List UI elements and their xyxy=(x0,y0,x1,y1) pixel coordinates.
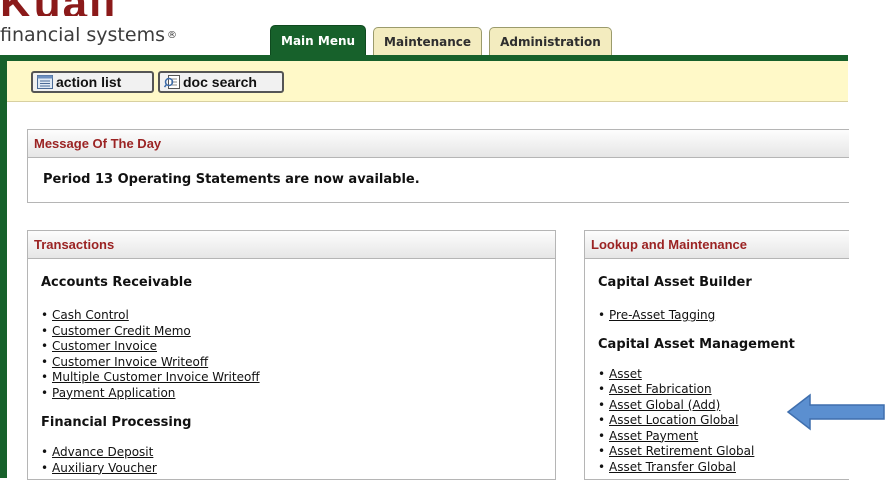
section-heading-financial-processing: Financial Processing xyxy=(41,415,192,430)
main-tabs: Main Menu Maintenance Administration xyxy=(270,25,612,57)
link-cash-control[interactable]: Cash Control xyxy=(52,308,129,322)
list-item: • Pre-Asset Tagging xyxy=(598,308,716,322)
app-header: Kuali financial systems® Main Menu Maint… xyxy=(0,0,848,60)
section-heading-capital-asset-builder: Capital Asset Builder xyxy=(598,275,752,290)
list-item: • Auxiliary Voucher xyxy=(41,460,157,475)
link-asset-payment[interactable]: Asset Payment xyxy=(609,429,698,443)
link-customer-credit-memo[interactable]: Customer Credit Memo xyxy=(52,324,191,338)
link-customer-invoice[interactable]: Customer Invoice xyxy=(52,339,157,353)
doc-search-label: doc search xyxy=(183,74,257,90)
link-asset-location-global[interactable]: Asset Location Global xyxy=(609,413,738,427)
toolbar: action list doc search xyxy=(7,61,848,102)
list-item: • Cash Control xyxy=(41,308,129,322)
lookup-content: Capital Asset Builder • Pre-Asset Tagging… xyxy=(598,275,849,475)
link-asset-transfer-global[interactable]: Asset Transfer Global xyxy=(609,460,736,474)
lookup-maintenance-panel: Lookup and Maintenance Capital Asset Bui… xyxy=(584,230,849,480)
list-item: • Customer Credit Memo xyxy=(41,323,191,338)
accounts-receivable-links: • Cash Control • Customer Credit Memo • Cus… xyxy=(41,308,555,401)
link-customer-invoice-writeoff[interactable]: Customer Invoice Writeoff xyxy=(52,355,208,369)
link-asset[interactable]: Asset xyxy=(609,367,642,381)
document-search-icon xyxy=(163,75,180,89)
link-asset-retirement-global[interactable]: Asset Retirement Global xyxy=(609,444,754,458)
link-advance-deposit[interactable]: Advance Deposit xyxy=(52,445,153,459)
action-list-label: action list xyxy=(56,74,122,90)
tab-maintenance[interactable]: Maintenance xyxy=(373,27,483,55)
list-item: • Payment Application xyxy=(41,385,176,400)
transactions-content: Accounts Receivable • Cash Control • Custo… xyxy=(41,275,555,476)
list-item: • Customer Invoice Writeoff xyxy=(41,354,209,369)
annotation-arrow-icon xyxy=(786,393,886,435)
link-payment-application[interactable]: Payment Application xyxy=(52,386,175,400)
action-list-button[interactable]: action list xyxy=(31,71,154,93)
financial-processing-links: • Advance Deposit • Auxiliary Voucher xyxy=(41,445,555,476)
motd-title: Message Of The Day xyxy=(28,130,849,158)
link-asset-fabrication[interactable]: Asset Fabrication xyxy=(609,382,712,396)
transactions-panel: Transactions Accounts Receivable • Cash C… xyxy=(27,230,556,480)
motd-text: Period 13 Operating Statements are now a… xyxy=(43,172,420,187)
link-asset-global-add[interactable]: Asset Global (Add) xyxy=(609,398,720,412)
left-frame-bar xyxy=(0,55,7,478)
registered-mark: ® xyxy=(166,30,177,41)
list-item: • Customer Invoice xyxy=(41,339,158,353)
list-item: • Advance Deposit xyxy=(41,445,154,459)
list-item: • Asset xyxy=(598,366,642,381)
lookup-title: Lookup and Maintenance xyxy=(585,231,849,259)
link-auxiliary-voucher[interactable]: Auxiliary Voucher xyxy=(52,461,157,475)
tab-main-menu[interactable]: Main Menu xyxy=(270,25,367,55)
capital-asset-builder-links: • Pre-Asset Tagging xyxy=(598,308,849,324)
section-heading-capital-asset-management: Capital Asset Management xyxy=(598,336,795,352)
message-of-the-day-panel: Message Of The Day Period 13 Operating S… xyxy=(27,129,849,203)
link-pre-asset-tagging[interactable]: Pre-Asset Tagging xyxy=(609,308,715,322)
logo-wordmark: Kuali xyxy=(0,0,118,16)
list-item: • Asset Retirement Global xyxy=(598,444,755,458)
doc-search-button[interactable]: doc search xyxy=(158,71,284,93)
logo-subtitle-text: financial systems xyxy=(0,24,165,46)
list-item: • Asset Transfer Global xyxy=(598,459,736,474)
list-icon xyxy=(37,75,53,89)
list-item: • Multiple Customer Invoice Writeoff xyxy=(41,370,260,384)
tab-administration[interactable]: Administration xyxy=(489,27,612,55)
link-multiple-customer-invoice-writeoff[interactable]: Multiple Customer Invoice Writeoff xyxy=(52,370,260,384)
transactions-title: Transactions xyxy=(28,231,555,259)
logo-subtitle: financial systems ® xyxy=(0,24,177,46)
section-heading-accounts-receivable: Accounts Receivable xyxy=(41,275,193,290)
